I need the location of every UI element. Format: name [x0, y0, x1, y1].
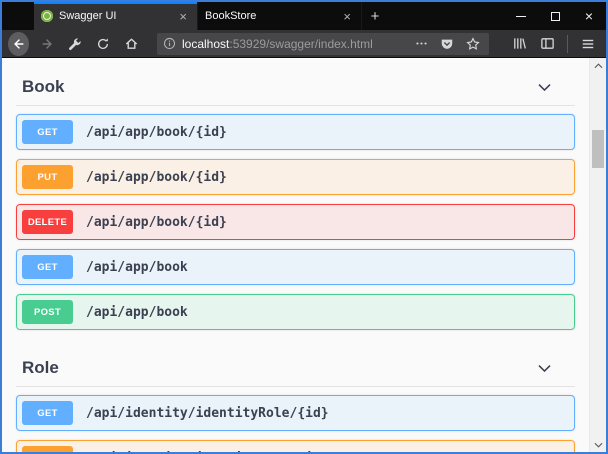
section-header[interactable]: Role: [14, 352, 577, 384]
scroll-up-icon: [594, 63, 603, 69]
scroll-down-icon: [594, 442, 603, 448]
method-badge: PUT: [22, 446, 73, 452]
method-badge: GET: [22, 120, 73, 144]
close-icon: ×: [585, 9, 593, 23]
wrench-icon: [68, 37, 82, 51]
menu-button[interactable]: [576, 32, 600, 56]
page-viewport: BookGET/api/app/book/{id}PUT/api/app/boo…: [2, 58, 606, 452]
endpoint-path: /api/app/book/{id}: [86, 170, 227, 185]
titlebar-drag-space: [2, 2, 34, 30]
minimize-icon: [516, 16, 526, 17]
method-badge: PUT: [22, 165, 73, 189]
reload-icon: [96, 37, 110, 51]
tab-close-icon[interactable]: ×: [176, 8, 190, 25]
hamburger-menu-icon: [581, 37, 595, 51]
navigation-toolbar: localhost:53929/swagger/index.html: [2, 30, 606, 58]
chevron-down-icon[interactable]: [536, 360, 553, 377]
section-divider: [16, 386, 575, 387]
close-button[interactable]: ×: [572, 2, 606, 30]
maximize-button[interactable]: [538, 2, 572, 30]
sidebar-icon: [540, 36, 555, 51]
pocket-button[interactable]: [437, 34, 457, 54]
method-badge: GET: [22, 255, 73, 279]
endpoint-row[interactable]: GET/api/app/book: [16, 249, 575, 285]
endpoint-path: /api/identity/identityRole/{id}: [86, 406, 329, 421]
url-text: localhost:53929/swagger/index.html: [182, 37, 405, 51]
browser-window: Swagger UI × BookStore × + ×: [0, 0, 608, 454]
library-button[interactable]: [507, 32, 531, 56]
endpoint-row[interactable]: PUT/api/identity/identityRole/{id}: [16, 440, 575, 452]
endpoint-row[interactable]: GET/api/identity/identityRole/{id}: [16, 395, 575, 431]
toolbar-right-icons: [507, 32, 600, 56]
api-section-book: BookGET/api/app/book/{id}PUT/api/app/boo…: [14, 58, 577, 330]
maximize-icon: [551, 12, 560, 21]
api-section-role: RoleGET/api/identity/identityRole/{id}PU…: [14, 339, 577, 452]
method-badge: DELETE: [22, 210, 73, 234]
titlebar: Swagger UI × BookStore × + ×: [2, 2, 606, 30]
tab-close-icon[interactable]: ×: [340, 8, 354, 25]
library-icon: [512, 36, 527, 51]
chevron-down-icon[interactable]: [536, 79, 553, 96]
sidebar-toggle-button[interactable]: [535, 32, 559, 56]
pocket-icon: [440, 37, 454, 51]
forward-button[interactable]: [35, 32, 59, 56]
more-dots-icon: [415, 37, 428, 50]
section-header[interactable]: Book: [14, 71, 577, 103]
vertical-scrollbar[interactable]: [589, 58, 606, 452]
scrollbar-thumb[interactable]: [592, 130, 604, 168]
page-actions-button[interactable]: [411, 34, 431, 54]
url-bar[interactable]: localhost:53929/swagger/index.html: [157, 33, 489, 55]
titlebar-drag-space: [388, 2, 504, 30]
method-badge: POST: [22, 300, 73, 324]
back-icon: [12, 37, 26, 51]
new-tab-button[interactable]: +: [362, 2, 388, 30]
tab-swagger-ui[interactable]: Swagger UI ×: [34, 2, 198, 30]
tab-bookstore[interactable]: BookStore ×: [198, 2, 362, 30]
page-content: BookGET/api/app/book/{id}PUT/api/app/boo…: [2, 58, 589, 452]
endpoint-path: /api/app/book: [86, 260, 188, 275]
home-icon: [124, 36, 139, 51]
tab-title: Swagger UI: [59, 10, 170, 22]
scroll-down-button[interactable]: [590, 437, 606, 452]
site-info-icon: [163, 37, 176, 50]
swagger-favicon-icon: [41, 10, 53, 22]
url-path: :53929/swagger/index.html: [229, 37, 372, 51]
toolbar-separator: [567, 35, 568, 53]
scroll-up-button[interactable]: [590, 58, 606, 73]
endpoint-path: /api/app/book/{id}: [86, 215, 227, 230]
forward-icon: [40, 37, 54, 51]
section-divider: [16, 105, 575, 106]
section-title: Role: [22, 358, 59, 378]
endpoint-row[interactable]: GET/api/app/book/{id}: [16, 114, 575, 150]
endpoint-row[interactable]: PUT/api/app/book/{id}: [16, 159, 575, 195]
endpoint-path: /api/identity/identityRole/{id}: [86, 451, 329, 453]
tab-title: BookStore: [205, 10, 334, 22]
developer-tools-button[interactable]: [63, 32, 87, 56]
url-host: localhost: [182, 37, 229, 51]
endpoint-path: /api/app/book/{id}: [86, 125, 227, 140]
section-title: Book: [22, 77, 65, 97]
minimize-button[interactable]: [504, 2, 538, 30]
endpoint-row[interactable]: DELETE/api/app/book/{id}: [16, 204, 575, 240]
home-button[interactable]: [119, 32, 143, 56]
window-controls: ×: [504, 2, 606, 30]
reload-button[interactable]: [91, 32, 115, 56]
endpoint-row[interactable]: POST/api/app/book: [16, 294, 575, 330]
bookmark-star-button[interactable]: [463, 34, 483, 54]
endpoint-path: /api/app/book: [86, 305, 188, 320]
method-badge: GET: [22, 401, 73, 425]
back-button[interactable]: [8, 32, 29, 56]
star-icon: [466, 37, 480, 51]
